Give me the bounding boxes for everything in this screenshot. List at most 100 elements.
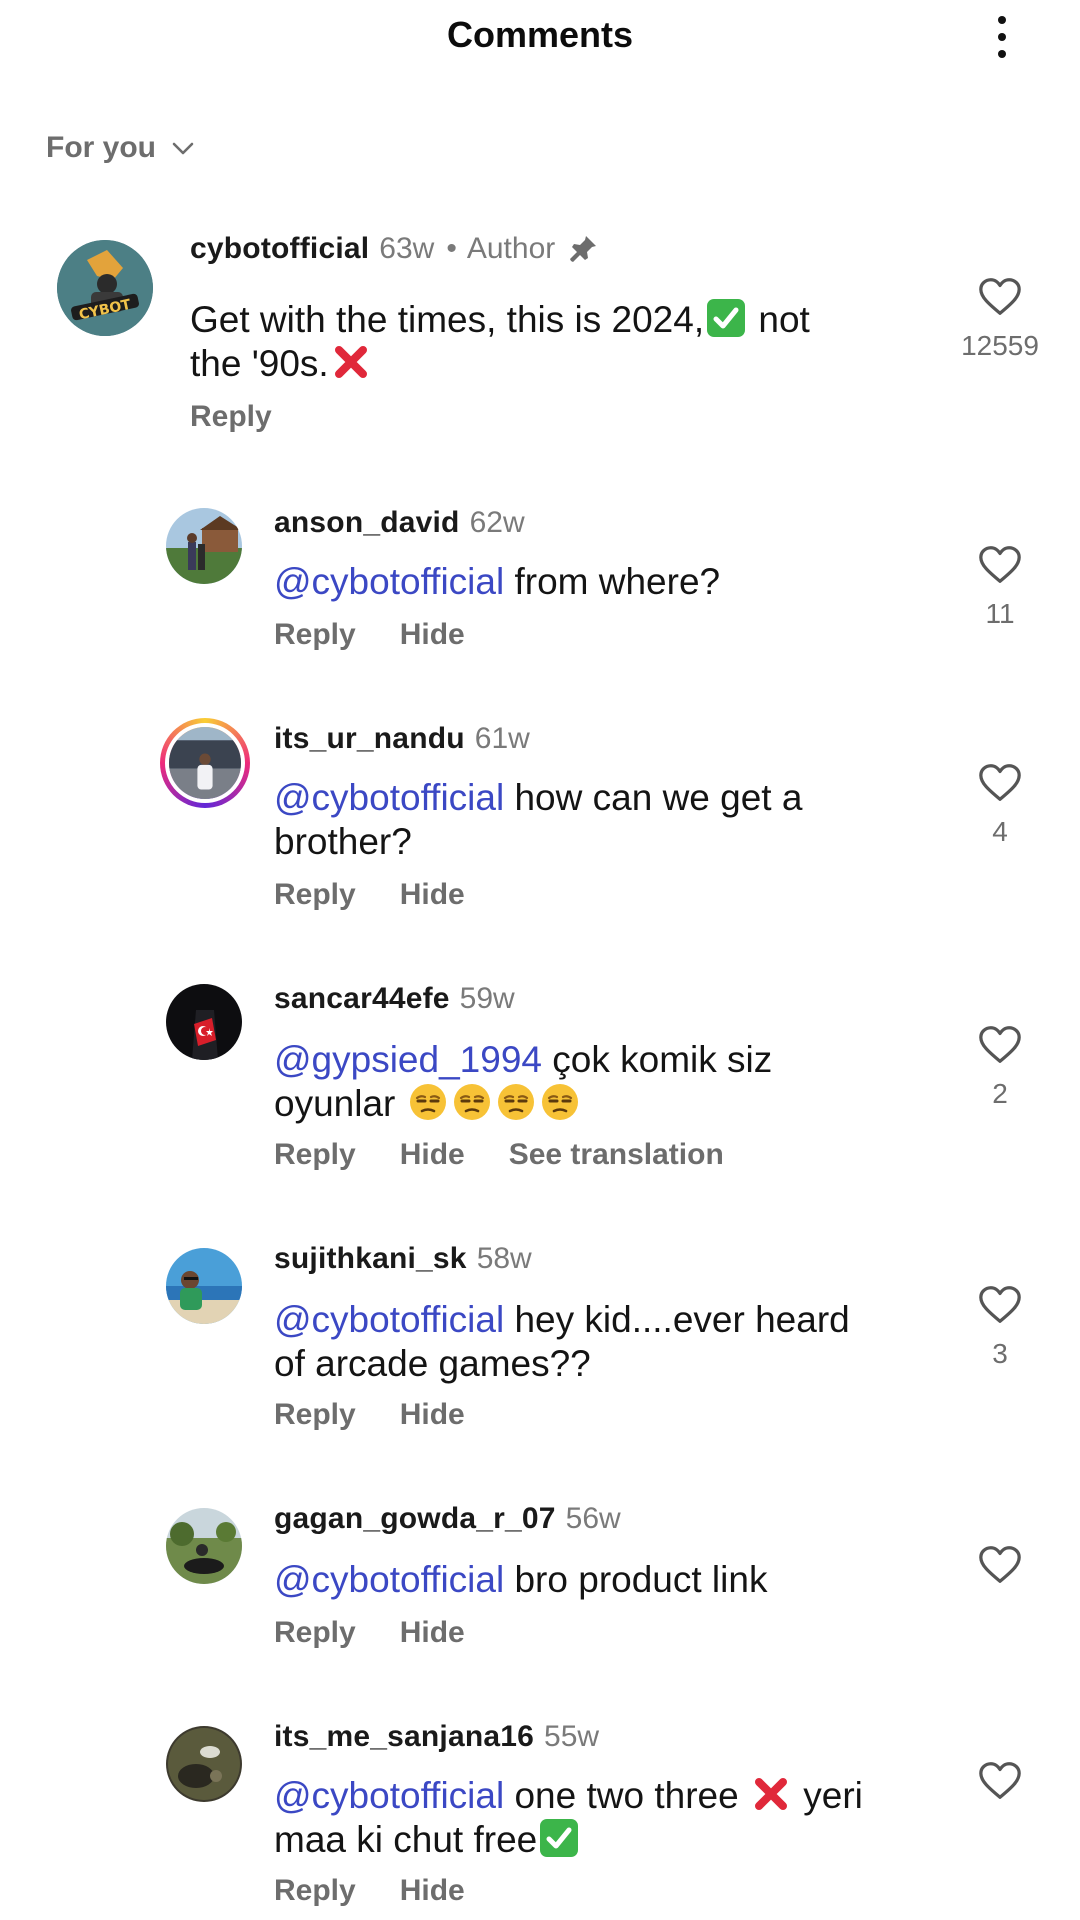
- comment-text-part: maa ki chut free: [274, 1819, 538, 1860]
- see-translation-button[interactable]: See translation: [509, 1138, 724, 1172]
- dot: [998, 50, 1006, 58]
- mention-link[interactable]: @cybotofficial: [274, 561, 504, 602]
- unamused-face-emoji-icon: [496, 1082, 536, 1122]
- mention-link[interactable]: @cybotofficial: [274, 1299, 504, 1340]
- unamused-face-emoji-icon: [408, 1082, 448, 1122]
- timestamp: 59w: [459, 982, 515, 1015]
- heart-icon[interactable]: [977, 274, 1023, 320]
- comment-actions: Reply Hide: [274, 1398, 465, 1432]
- username[interactable]: its_me_sanjana16: [274, 1720, 534, 1754]
- comments-header: Comments: [0, 0, 1080, 84]
- reply-button[interactable]: Reply: [274, 1874, 356, 1908]
- chevron-down-icon: [172, 142, 194, 155]
- comment-meta: sancar44efe 59w: [274, 982, 515, 1016]
- heart-icon[interactable]: [977, 760, 1023, 806]
- reply-button[interactable]: Reply: [274, 1616, 356, 1650]
- comment-text-part: of arcade games??: [274, 1343, 591, 1384]
- comment-meta: cybotofficial 63w • Author: [190, 232, 599, 266]
- reply-button[interactable]: Reply: [274, 618, 356, 652]
- avatar[interactable]: CYBOT: [57, 240, 153, 336]
- comment-meta: anson_david 62w: [274, 506, 525, 540]
- comment-text-part: one two three: [514, 1775, 739, 1816]
- comment-actions: Reply Hide: [274, 878, 465, 912]
- reply-button[interactable]: Reply: [274, 1138, 356, 1172]
- check-mark-emoji-icon: [706, 298, 746, 338]
- reply-button[interactable]: Reply: [274, 878, 356, 912]
- comment-meta: gagan_gowda_r_07 56w: [274, 1502, 621, 1536]
- like-count: 2: [992, 1078, 1008, 1109]
- comment-text: @cybotofficial bro product link: [274, 1558, 934, 1602]
- more-options-icon[interactable]: [984, 12, 1020, 62]
- cross-mark-emoji-icon: [751, 1774, 791, 1814]
- like-control: 12559: [940, 274, 1060, 362]
- mention-link[interactable]: @cybotofficial: [274, 1559, 504, 1600]
- avatar[interactable]: [166, 1248, 242, 1324]
- comment-text: @cybotofficial from where?: [274, 560, 934, 604]
- comment-meta: its_ur_nandu 61w: [274, 722, 530, 756]
- comment-text-part: not: [758, 299, 810, 340]
- comment-text-part: Get with the times, this is 2024,: [190, 299, 705, 340]
- avatar[interactable]: [166, 984, 242, 1060]
- username[interactable]: sancar44efe: [274, 982, 450, 1016]
- heart-icon[interactable]: [977, 1542, 1023, 1588]
- comment-actions: Reply Hide: [274, 1616, 465, 1650]
- separator-dot: •: [446, 232, 457, 265]
- mention-link[interactable]: @gypsied_1994: [274, 1039, 542, 1080]
- comment-actions: Reply Hide: [274, 618, 465, 652]
- avatar[interactable]: [166, 1726, 242, 1802]
- avatar-story-ring[interactable]: [160, 718, 250, 808]
- comment-text-part: hey kid....ever heard: [514, 1299, 850, 1340]
- hide-button[interactable]: Hide: [400, 1874, 465, 1908]
- comment-text-part: how can we get a: [514, 777, 803, 818]
- author-badge: Author: [466, 232, 556, 265]
- like-count: 11: [985, 598, 1015, 629]
- heart-icon[interactable]: [977, 1282, 1023, 1328]
- hide-button[interactable]: Hide: [400, 1616, 465, 1650]
- sort-label: For you: [46, 131, 156, 164]
- mention-link[interactable]: @cybotofficial: [274, 777, 504, 818]
- like-control: 11: [940, 542, 1060, 630]
- reply-button[interactable]: Reply: [274, 1398, 356, 1432]
- unamused-face-emoji-icon: [540, 1082, 580, 1122]
- hide-button[interactable]: Hide: [400, 878, 465, 912]
- timestamp: 56w: [565, 1502, 621, 1535]
- heart-icon[interactable]: [977, 542, 1023, 588]
- like-count: 12559: [961, 330, 1039, 361]
- username[interactable]: anson_david: [274, 506, 460, 540]
- like-control: 2: [940, 1022, 1060, 1110]
- username[interactable]: cybotofficial: [190, 232, 369, 266]
- like-count: 3: [992, 1338, 1008, 1369]
- hide-button[interactable]: Hide: [400, 1138, 465, 1172]
- username[interactable]: sujithkani_sk: [274, 1242, 467, 1276]
- username[interactable]: its_ur_nandu: [274, 722, 465, 756]
- comment-text-part: oyunlar: [274, 1083, 396, 1124]
- hide-button[interactable]: Hide: [400, 618, 465, 652]
- timestamp: 55w: [544, 1720, 600, 1753]
- username[interactable]: gagan_gowda_r_07: [274, 1502, 556, 1536]
- pin-icon: [570, 236, 597, 262]
- hide-button[interactable]: Hide: [400, 1398, 465, 1432]
- comment-actions: Reply Hide: [274, 1874, 465, 1908]
- sort-dropdown[interactable]: For you: [46, 128, 196, 168]
- avatar[interactable]: [166, 1508, 242, 1584]
- comment-actions: Reply Hide See translation: [274, 1138, 724, 1172]
- heart-icon[interactable]: [977, 1022, 1023, 1068]
- avatar[interactable]: [166, 508, 242, 584]
- like-control: [940, 1758, 1060, 1804]
- like-control: [940, 1542, 1060, 1588]
- mention-link[interactable]: @cybotofficial: [274, 1775, 504, 1816]
- heart-icon[interactable]: [977, 1758, 1023, 1804]
- reply-button[interactable]: Reply: [190, 400, 272, 434]
- like-control: 3: [940, 1282, 1060, 1370]
- like-count: 4: [992, 816, 1008, 847]
- page-title: Comments: [446, 14, 634, 55]
- comment-text: @gypsied_1994 çok komik siz oyunlar: [274, 1038, 934, 1126]
- unamused-face-emoji-icon: [452, 1082, 492, 1122]
- comment-text-part: from where?: [514, 561, 721, 602]
- comment-meta: sujithkani_sk 58w: [274, 1242, 532, 1276]
- dot: [998, 33, 1006, 41]
- comment-text-part: çok komik siz: [552, 1039, 773, 1080]
- dot: [998, 16, 1006, 24]
- comment-text: @cybotofficial one two three yeri maa ki…: [274, 1774, 934, 1862]
- comment-text: @cybotofficial how can we get a brother?: [274, 776, 934, 864]
